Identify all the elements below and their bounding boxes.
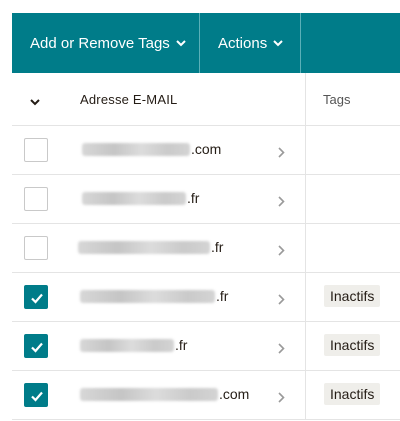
column-divider — [305, 224, 306, 272]
table-header-row: Adresse E-MAIL Tags — [12, 73, 400, 126]
email-cell: .fr — [78, 239, 223, 255]
chevron-right-icon[interactable] — [278, 145, 285, 163]
add-remove-tags-button[interactable]: Add or Remove Tags — [12, 13, 200, 73]
table-row[interactable]: .fr Inactifs — [12, 273, 400, 322]
email-suffix: .fr — [216, 288, 229, 304]
chevron-right-icon[interactable] — [278, 341, 285, 359]
email-suffix: .com — [191, 141, 222, 157]
email-cell: .com — [80, 386, 249, 402]
email-suffix: .fr — [175, 337, 188, 353]
contacts-table: Adresse E-MAIL Tags .com .fr .fr .fr Ina… — [12, 73, 400, 420]
table-row[interactable]: .fr — [12, 175, 400, 224]
row-checkbox[interactable] — [24, 383, 48, 407]
email-suffix: .fr — [187, 190, 200, 206]
email-suffix: .com — [219, 386, 250, 402]
column-divider — [305, 175, 306, 223]
row-checkbox[interactable] — [24, 187, 48, 211]
chevron-down-icon — [273, 39, 283, 47]
row-checkbox[interactable] — [24, 138, 48, 162]
column-divider — [305, 273, 306, 321]
checkmark-icon — [31, 391, 43, 402]
column-divider — [305, 126, 306, 174]
checkmark-icon — [31, 342, 43, 353]
chevron-down-icon — [176, 39, 186, 47]
select-all-chevron-icon[interactable] — [30, 93, 40, 111]
table-row[interactable]: .fr — [12, 224, 400, 273]
column-divider — [305, 73, 306, 125]
chevron-right-icon[interactable] — [278, 390, 285, 408]
bulk-actions-toolbar: Add or Remove Tags Actions — [12, 13, 400, 73]
email-cell: .fr — [80, 337, 187, 353]
tag-badge: Inactifs — [324, 383, 381, 405]
column-header-tags: Tags — [323, 92, 351, 107]
table-row[interactable]: .com Inactifs — [12, 371, 400, 420]
row-checkbox[interactable] — [24, 285, 48, 309]
row-checkbox[interactable] — [24, 334, 48, 358]
email-cell: .fr — [82, 190, 199, 206]
actions-label: Actions — [218, 34, 268, 52]
redacted-email — [80, 338, 174, 352]
redacted-email — [82, 191, 186, 205]
row-checkbox[interactable] — [24, 236, 48, 260]
table-row[interactable]: .com — [12, 126, 400, 175]
actions-button[interactable]: Actions — [200, 13, 301, 73]
chevron-right-icon[interactable] — [278, 292, 285, 310]
email-cell: .fr — [80, 288, 228, 304]
tag-badge: Inactifs — [324, 334, 381, 356]
chevron-right-icon[interactable] — [278, 194, 285, 212]
redacted-email — [82, 142, 190, 156]
column-header-email[interactable]: Adresse E-MAIL — [80, 92, 177, 107]
add-remove-tags-label: Add or Remove Tags — [30, 34, 170, 52]
column-divider — [305, 371, 306, 419]
email-cell: .com — [82, 141, 221, 157]
redacted-email — [80, 387, 218, 401]
tag-badge: Inactifs — [324, 285, 381, 307]
table-row[interactable]: .fr Inactifs — [12, 322, 400, 371]
chevron-right-icon[interactable] — [278, 243, 285, 261]
redacted-email — [78, 240, 210, 254]
column-divider — [305, 322, 306, 370]
redacted-email — [80, 289, 215, 303]
checkmark-icon — [31, 293, 43, 304]
email-suffix: .fr — [211, 239, 224, 255]
